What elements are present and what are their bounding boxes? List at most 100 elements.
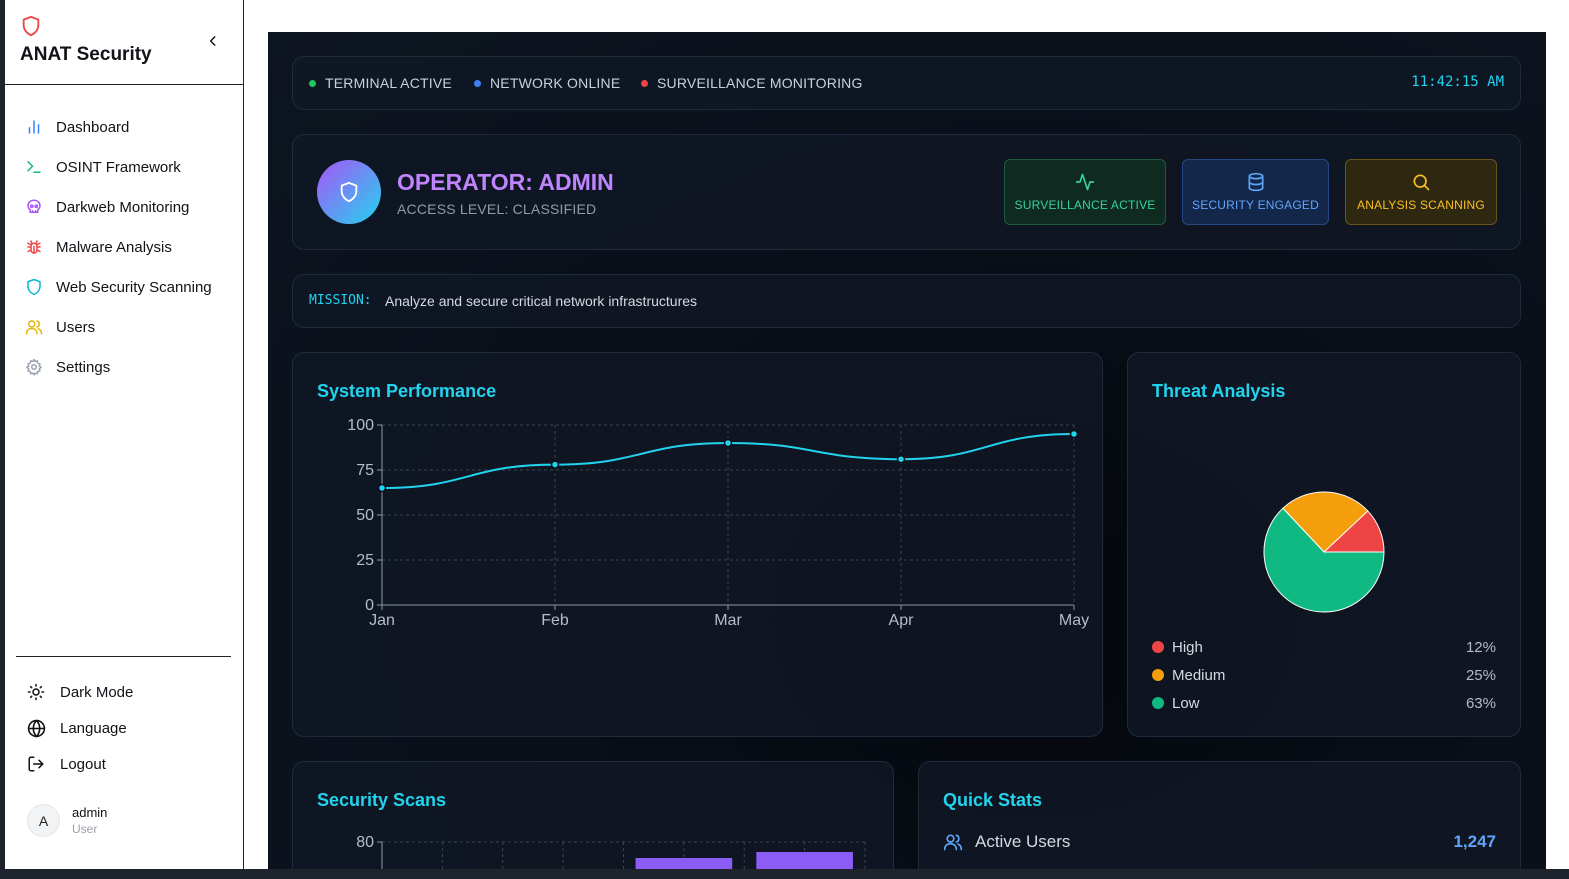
search-icon	[1413, 174, 1430, 191]
app-name: ANAT Security	[20, 44, 152, 65]
dashboard: TERMINAL ACTIVE NETWORK ONLINE SURVEILLA…	[268, 32, 1546, 869]
window-edge-bottom	[0, 869, 1569, 879]
analysis-scanning-button[interactable]: ANALYSIS SCANNING	[1345, 159, 1497, 225]
bar	[756, 852, 853, 869]
legend-dot	[1152, 641, 1164, 653]
sidebar-item-label: Users	[56, 318, 96, 336]
sidebar-item-darkweb[interactable]: Darkweb Monitoring	[5, 187, 243, 227]
x-tick-label: Mar	[714, 612, 742, 629]
divider	[5, 84, 243, 85]
legend-value: 12%	[1465, 638, 1496, 656]
y-tick-label: 75	[356, 462, 374, 479]
y-tick-label: 25	[356, 552, 374, 569]
sidebar-item-malware[interactable]: Malware Analysis	[5, 227, 243, 267]
x-tick-label: May	[1059, 612, 1089, 629]
status-dot	[641, 79, 648, 87]
status-surveillance: SURVEILLANCE MONITORING	[641, 75, 863, 91]
bug-icon	[27, 240, 41, 254]
dark-mode-toggle[interactable]: Dark Mode	[25, 674, 235, 710]
sidebar-item-web-security[interactable]: Web Security Scanning	[5, 267, 243, 307]
legend-dot	[1152, 697, 1164, 709]
sun-icon	[27, 683, 45, 701]
data-point	[896, 454, 906, 464]
quick-stat-label: Active Users	[975, 832, 1071, 851]
quick-stat-value: 1,247	[1453, 832, 1496, 851]
logout-button[interactable]: Logout	[25, 746, 235, 782]
legend-dot	[1152, 669, 1164, 681]
mission-bar: MISSION: Analyze and secure critical net…	[292, 274, 1521, 328]
activity-icon	[1075, 173, 1095, 191]
status-network: NETWORK ONLINE	[474, 75, 620, 91]
legend-high: High 12%	[1152, 637, 1496, 657]
operator-title: OPERATOR: ADMIN	[397, 169, 614, 195]
security-engaged-button[interactable]: SECURITY ENGAGED	[1182, 159, 1329, 225]
access-level: ACCESS LEVEL: CLASSIFIED	[397, 201, 597, 217]
user-profile[interactable]: A admin User	[27, 804, 107, 837]
surveillance-active-button[interactable]: SURVEILLANCE ACTIVE	[1004, 159, 1166, 225]
panel-title: Security Scans	[317, 790, 447, 810]
terminal-icon	[27, 161, 41, 173]
sidebar-item-label: Dashboard	[56, 118, 130, 136]
sidebar: ANAT Security Dashboard OSINT Framework …	[5, 0, 244, 869]
chevron-left-icon	[209, 36, 216, 46]
sidebar-item-label: Malware Analysis	[56, 238, 172, 256]
users-icon	[943, 834, 963, 851]
y-tick-label: 50	[356, 507, 374, 524]
legend-label: Low	[1172, 694, 1200, 712]
mode-label: SECURITY ENGAGED	[1191, 198, 1319, 212]
sidebar-item-osint[interactable]: OSINT Framework	[5, 147, 243, 187]
data-point	[1069, 429, 1079, 439]
sidebar-item-dashboard[interactable]: Dashboard	[5, 107, 243, 147]
legend-value: 63%	[1465, 694, 1496, 712]
window-edge-right	[1546, 0, 1569, 879]
mission-key: MISSION:	[309, 293, 372, 308]
mode-label: ANALYSIS SCANNING	[1357, 198, 1485, 212]
bar	[635, 858, 733, 869]
legend-medium: Medium 25%	[1152, 665, 1496, 685]
user-name: admin	[72, 805, 108, 820]
user-role: User	[72, 822, 98, 836]
x-tick-label: Feb	[541, 612, 569, 629]
divider	[16, 656, 231, 657]
data-point	[377, 483, 387, 493]
users-icon	[25, 320, 43, 335]
sidebar-item-settings[interactable]: Settings	[5, 347, 243, 387]
status-label: SURVEILLANCE MONITORING	[657, 75, 863, 91]
system-performance-panel: System Performance 0 25 50 75 100 Jan Feb Mar Ap…	[292, 352, 1103, 737]
legend-low: Low 63%	[1152, 693, 1496, 713]
status-bar: TERMINAL ACTIVE NETWORK ONLINE SURVEILLA…	[292, 56, 1521, 110]
security-scans-panel: Security Scans 80	[292, 761, 894, 869]
sidebar-item-users[interactable]: Users	[5, 307, 243, 347]
operator-avatar	[317, 160, 381, 224]
avatar: A	[27, 804, 60, 837]
threat-pie-chart	[1263, 491, 1385, 613]
status-label: TERMINAL ACTIVE	[325, 75, 452, 91]
shield-logo-icon	[22, 15, 40, 37]
shield-icon	[27, 278, 41, 296]
collapse-sidebar-button[interactable]	[203, 30, 223, 52]
skull-icon	[27, 199, 41, 213]
legend-label: Medium	[1172, 666, 1226, 684]
language-button[interactable]: Language	[25, 710, 235, 746]
dark-mode-label: Dark Mode	[60, 683, 134, 701]
logout-icon	[28, 756, 44, 772]
clock: 11:42:15 AM	[1411, 74, 1504, 90]
gear-icon	[26, 358, 42, 376]
status-dot	[309, 79, 316, 87]
data-point	[723, 438, 733, 448]
shield-icon	[340, 181, 358, 203]
language-label: Language	[60, 719, 127, 737]
quick-stats-panel: Quick Stats Active Users 1,247	[918, 761, 1521, 869]
security-scans-bar-chart: 80	[356, 834, 866, 869]
status-terminal: TERMINAL ACTIVE	[309, 75, 452, 91]
sidebar-nav: Dashboard OSINT Framework Darkweb Monito…	[5, 107, 243, 387]
sidebar-item-label: OSINT Framework	[56, 158, 181, 176]
y-tick-label: 80	[356, 834, 374, 851]
sidebar-item-label: Settings	[56, 358, 111, 376]
x-tick-label: Jan	[369, 612, 395, 629]
mode-label: SURVEILLANCE ACTIVE	[1014, 198, 1156, 212]
mission-text: Analyze and secure critical network infr…	[385, 293, 698, 309]
bar-chart-icon	[28, 120, 40, 134]
legend-label: High	[1172, 638, 1203, 656]
sidebar-item-label: Darkweb Monitoring	[56, 198, 190, 216]
